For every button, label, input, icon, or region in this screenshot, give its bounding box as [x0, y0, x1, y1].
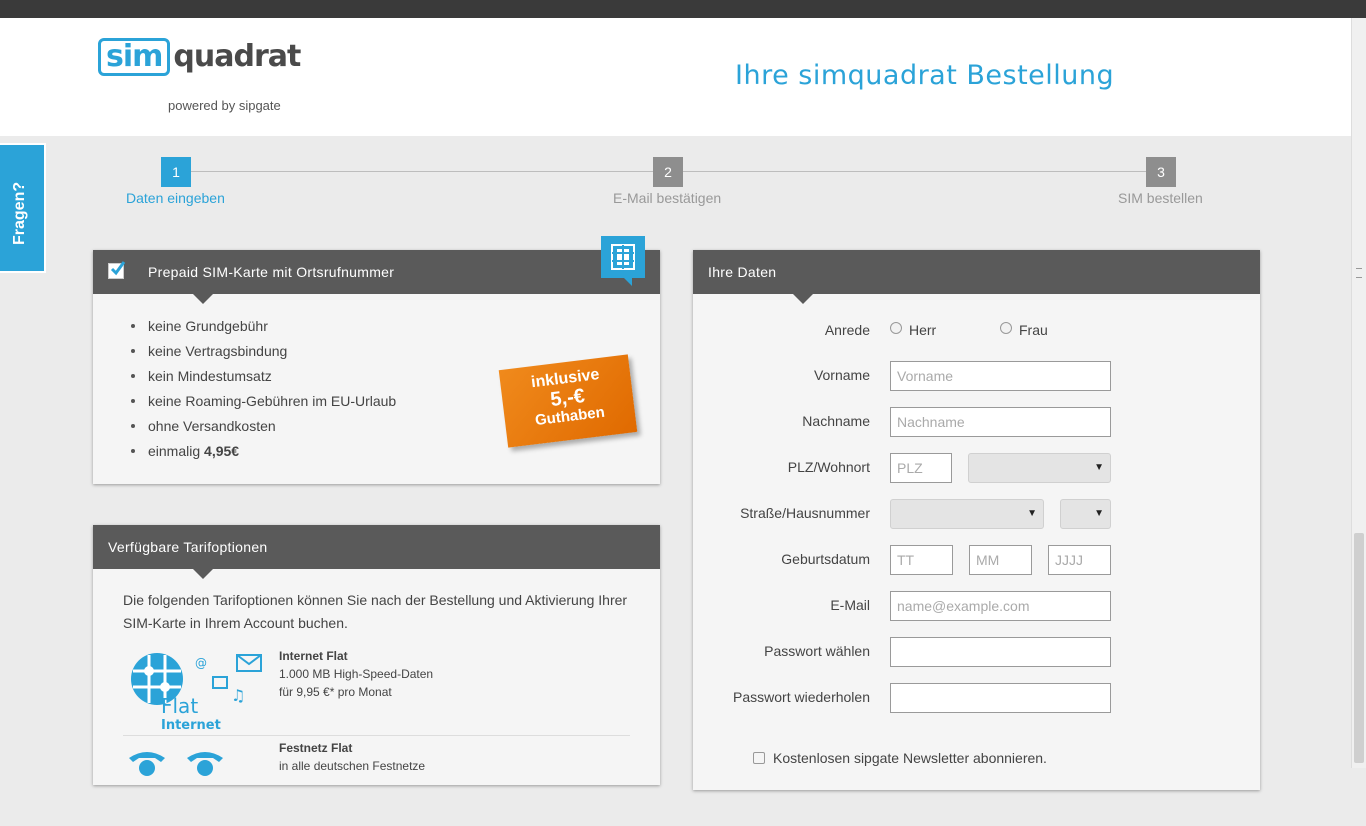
scrollbar[interactable] — [1351, 18, 1366, 768]
sim-icon-pointer — [624, 278, 632, 286]
password-row: Passwort wählen — [693, 637, 1260, 667]
step-2-label: E-Mail bestätigen — [613, 190, 722, 206]
help-tab[interactable]: Fragen? — [0, 143, 46, 273]
scroll-grip — [1356, 268, 1362, 278]
price-prefix: einmalig — [148, 443, 205, 459]
password-input[interactable] — [890, 637, 1111, 667]
tariff-detail: 1.000 MB High-Speed-Daten — [279, 667, 434, 681]
salutation-row: Anrede Herr Frau — [693, 316, 1260, 346]
firstname-input[interactable] — [890, 361, 1111, 391]
internet-flat-icon: Flat Internet @ ♫ — [131, 653, 262, 731]
email-row: E-Mail — [693, 591, 1260, 621]
list-item-price: einmalig 4,95€ — [131, 441, 660, 466]
tariff-name: Festnetz Flat — [279, 741, 353, 755]
birthdate-label: Geburtsdatum — [781, 551, 870, 567]
step-3-label: SIM bestellen — [1118, 190, 1203, 206]
icon-text-internet: Internet — [161, 718, 221, 731]
personal-data-title: Ihre Daten — [708, 264, 777, 280]
password-repeat-row: Passwort wiederholen — [693, 683, 1260, 713]
radio-frau[interactable] — [1000, 322, 1012, 334]
logo-tagline: powered by sipgate — [168, 98, 281, 113]
tariff-intro-text: Die folgenden Tarifoptionen können Sie n… — [123, 592, 628, 631]
list-item: keine Grundgebühr — [131, 316, 660, 341]
checkmark-icon — [108, 261, 126, 279]
chevron-down-icon: ▼ — [1027, 508, 1037, 519]
password-repeat-input[interactable] — [890, 683, 1111, 713]
sim-card-icon — [601, 236, 645, 278]
birth-day-input[interactable] — [890, 545, 953, 575]
tariff-options-panel: Verfügbare Tarifoptionen Die folgenden T… — [93, 525, 660, 785]
browser-top-bar — [0, 0, 1366, 18]
radio-frau-label[interactable]: Frau — [1019, 322, 1048, 338]
credit-badge: inklusive 5,-€ Guthaben — [498, 354, 638, 448]
svg-text:♫: ♫ — [231, 686, 245, 705]
tariff-option-festnetz: Festnetz Flat in alle deutschen Festnetz… — [123, 735, 630, 826]
personal-data-panel: Ihre Daten Anrede Herr Frau Vorname Nach… — [693, 250, 1260, 790]
sim-card-panel-title: Prepaid SIM-Karte mit Ortsrufnummer — [148, 264, 395, 280]
radio-herr-label[interactable]: Herr — [909, 322, 936, 338]
header-pointer — [193, 569, 213, 579]
lastname-row: Nachname — [693, 407, 1260, 437]
tariff-detail: in alle deutschen Festnetze — [279, 759, 426, 773]
tariff-options-header: Verfügbare Tarifoptionen — [93, 525, 660, 579]
birth-year-input[interactable] — [1048, 545, 1111, 575]
logo-sim: sim — [98, 38, 171, 76]
zip-input[interactable] — [890, 453, 952, 483]
chevron-down-icon: ▼ — [1094, 462, 1104, 473]
password-label: Passwort wählen — [764, 643, 870, 659]
site-header — [0, 18, 1351, 136]
email-input[interactable] — [890, 591, 1111, 621]
step-3-number: 3 — [1146, 157, 1176, 187]
zip-city-row: PLZ/Wohnort ▼ — [693, 453, 1260, 483]
step-1-label: Daten eingeben — [126, 190, 225, 206]
street-label: Straße/Hausnummer — [740, 505, 870, 521]
tariff-price: für 9,95 €* pro Monat — [279, 685, 392, 699]
logo[interactable]: sim quadrat powered by sipgate — [98, 38, 301, 113]
step-1-number: 1 — [161, 157, 191, 187]
logo-quadrat: quadrat — [173, 39, 301, 74]
tariff-option-internet: Flat Internet @ ♫ Internet Flat 1.000 MB… — [123, 645, 630, 735]
street-select[interactable]: ▼ — [890, 499, 1044, 529]
newsletter-label[interactable]: Kostenlosen sipgate Newsletter abonniere… — [773, 750, 1047, 766]
zip-city-label: PLZ/Wohnort — [787, 459, 870, 475]
scroll-thumb[interactable] — [1354, 533, 1364, 763]
newsletter-checkbox[interactable] — [753, 752, 765, 764]
tariff-options-title: Verfügbare Tarifoptionen — [108, 539, 268, 555]
header-pointer — [793, 294, 813, 304]
firstname-row: Vorname — [693, 361, 1260, 391]
lastname-input[interactable] — [890, 407, 1111, 437]
birth-month-input[interactable] — [969, 545, 1032, 575]
personal-data-header: Ihre Daten — [693, 250, 1260, 304]
birthdate-row: Geburtsdatum — [693, 545, 1260, 575]
email-label: E-Mail — [830, 597, 870, 613]
sim-card-panel-header: Prepaid SIM-Karte mit Ortsrufnummer — [93, 250, 660, 304]
street-row: Straße/Hausnummer ▼ ▼ — [693, 499, 1260, 529]
help-tab-label: Fragen? — [11, 181, 28, 245]
chevron-down-icon: ▼ — [1094, 508, 1104, 519]
city-select[interactable]: ▼ — [968, 453, 1111, 483]
price-value: 4,95€ — [204, 443, 240, 459]
page-title: Ihre simquadrat Bestellung — [735, 60, 1115, 91]
housenumber-select[interactable]: ▼ — [1060, 499, 1111, 529]
svg-text:@: @ — [195, 656, 207, 670]
salutation-label: Anrede — [824, 322, 870, 338]
radio-herr[interactable] — [890, 322, 902, 334]
icon-text-flat: Flat — [161, 694, 198, 718]
header-pointer — [193, 294, 213, 304]
password-repeat-label: Passwort wiederholen — [733, 689, 870, 705]
telephone-icon — [129, 752, 223, 776]
firstname-label: Vorname — [813, 367, 870, 383]
lastname-label: Nachname — [802, 413, 870, 429]
step-2-number: 2 — [653, 157, 683, 187]
tariff-name: Internet Flat — [279, 649, 348, 663]
